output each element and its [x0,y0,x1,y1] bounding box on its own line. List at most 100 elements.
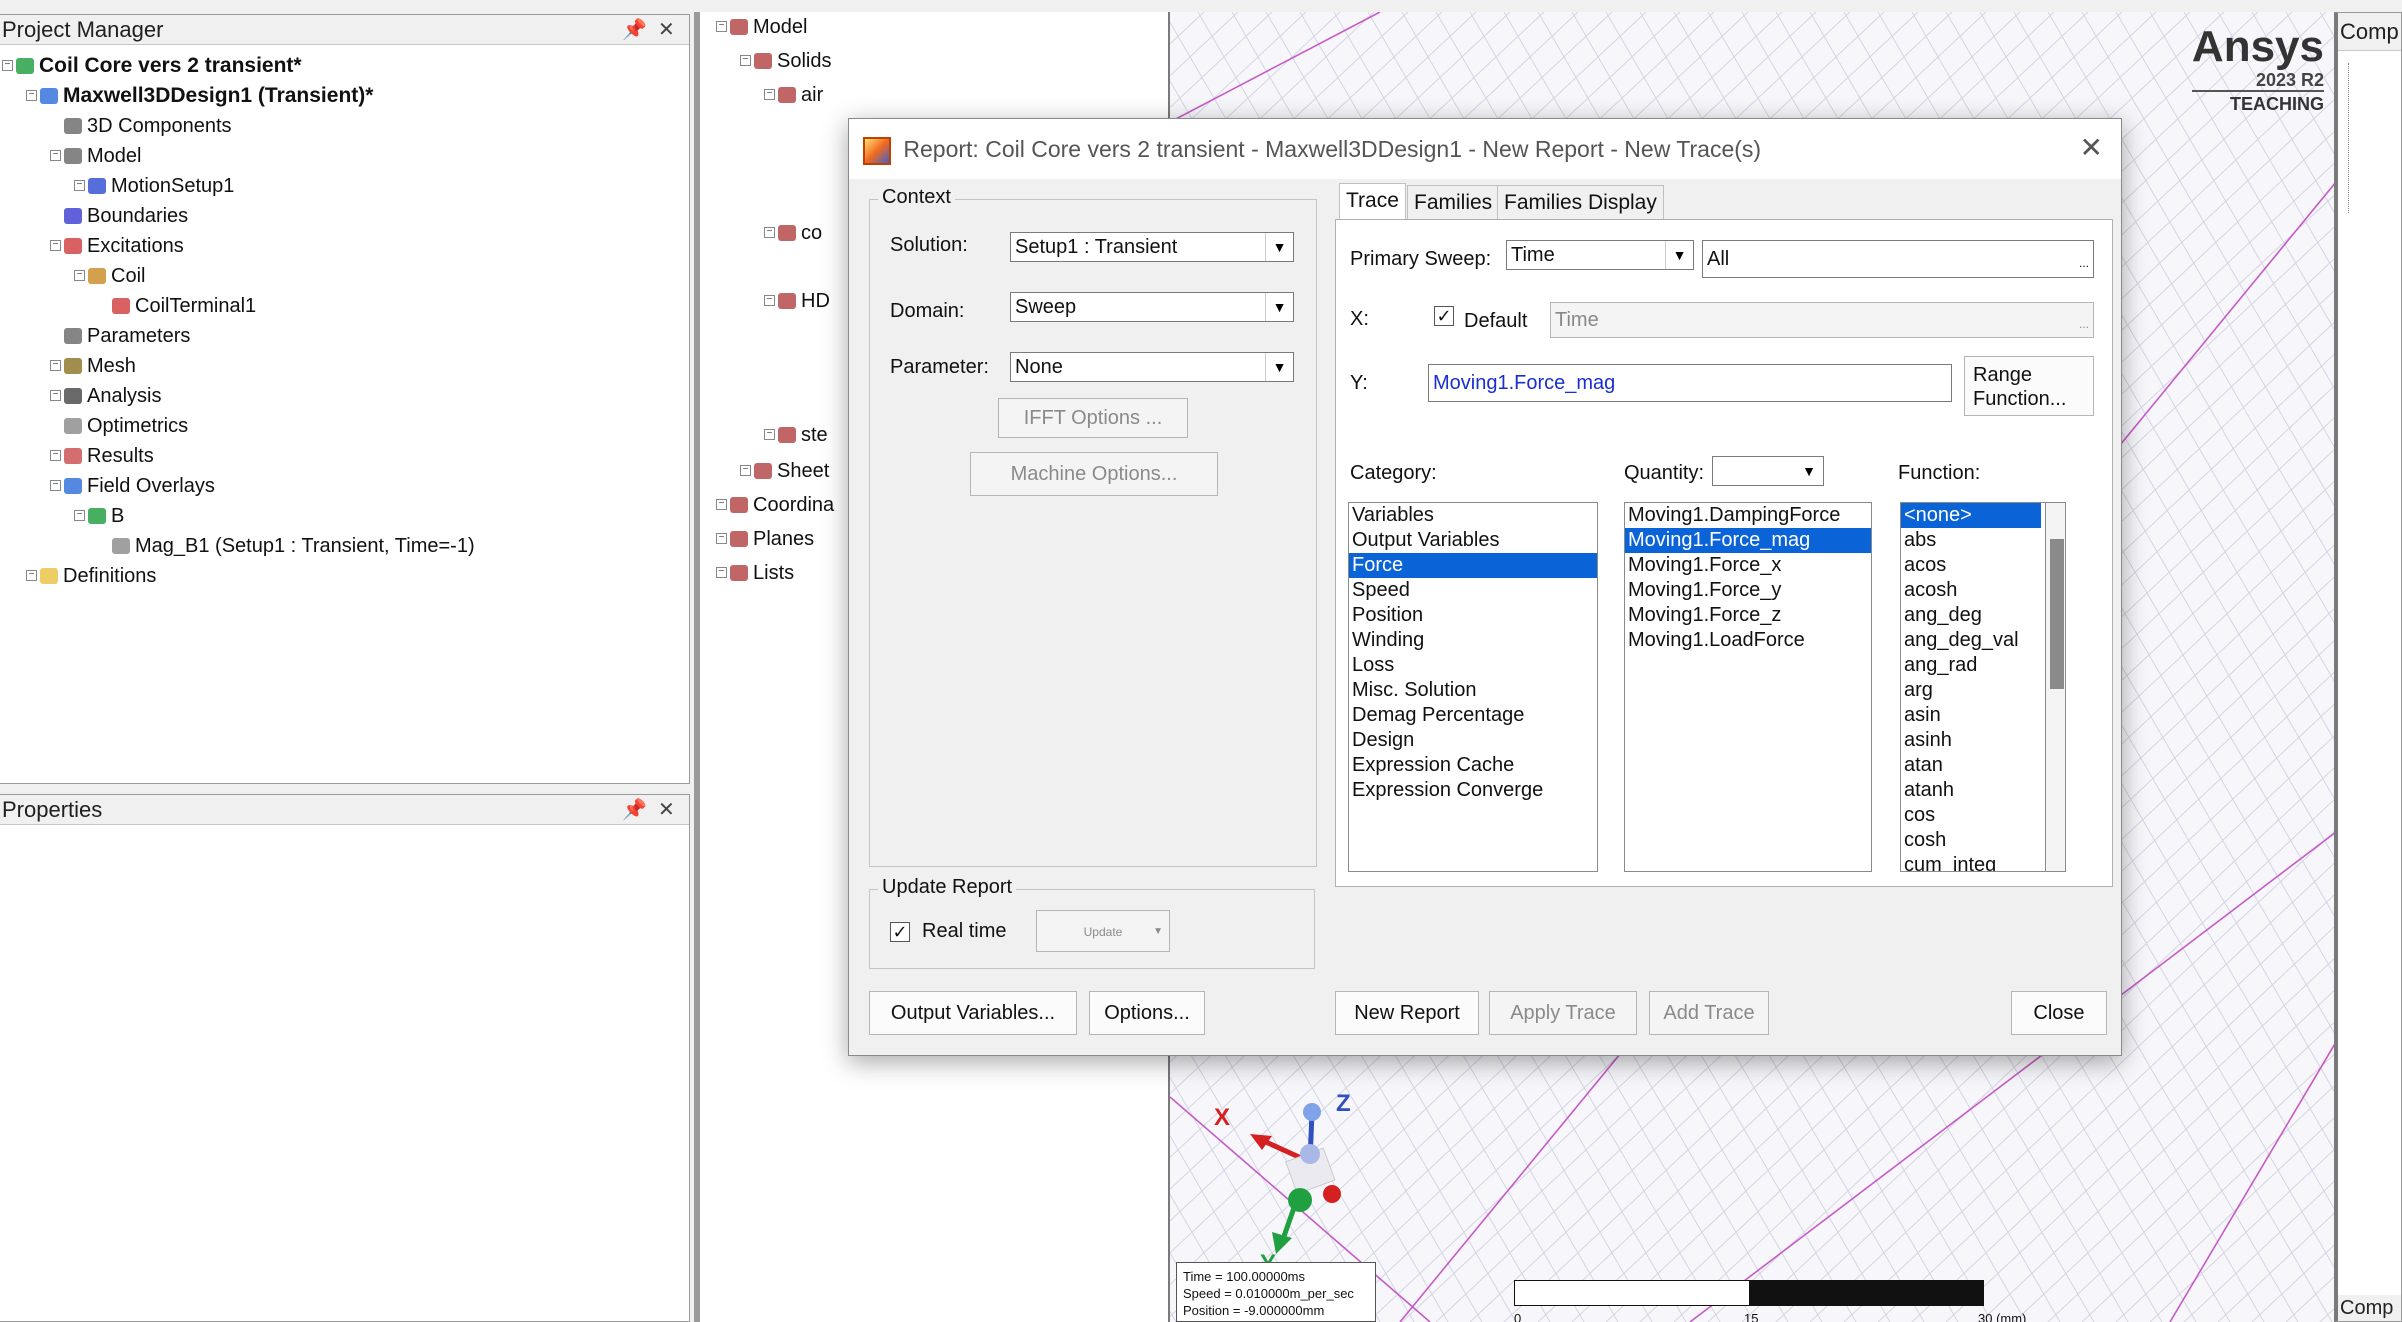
dialog-close-icon[interactable]: ✕ [2080,131,2103,164]
function-item[interactable]: cum_integ [1901,853,2045,871]
tab-families[interactable]: Families [1407,185,1500,219]
function-item[interactable]: acosh [1901,578,2045,603]
parameter-select[interactable]: None ▼ [1010,352,1294,382]
quantity-item[interactable]: Moving1.Force_y [1625,578,1871,603]
category-item[interactable]: Winding [1349,628,1597,653]
model-tree-item[interactable]: Lists [730,558,794,588]
function-item[interactable]: ang_rad [1901,653,2045,678]
category-item[interactable]: Design [1349,728,1597,753]
model-tree-item[interactable]: ste [778,420,828,450]
tree-expander[interactable]: − [764,89,775,100]
project-tree-item[interactable]: Boundaries [64,201,188,231]
model-tree-item[interactable]: HD [778,286,830,316]
dialog-titlebar[interactable]: Report: Coil Core vers 2 transient - Max… [849,119,2121,179]
project-tree-item[interactable]: Results [64,441,154,471]
function-item[interactable]: acos [1901,553,2045,578]
category-item[interactable]: Loss [1349,653,1597,678]
model-tree-item[interactable]: air [778,80,823,110]
quantity-list[interactable]: Moving1.DampingForce Moving1.Force_mag Mov… [1624,502,1872,872]
tree-expander[interactable]: − [26,570,37,581]
tree-expander[interactable]: − [74,510,85,521]
project-tree-item[interactable]: Parameters [64,321,190,351]
output-variables-button[interactable]: Output Variables... [869,991,1077,1035]
category-item[interactable]: Speed [1349,578,1597,603]
add-trace-button[interactable]: Add Trace [1649,991,1769,1035]
tab-trace[interactable]: Trace [1339,183,1406,219]
machine-options-button[interactable]: Machine Options... [970,452,1218,496]
project-tree-item[interactable]: Mesh [64,351,136,381]
project-tree-item[interactable]: 3D Components [64,111,232,141]
quantity-item[interactable]: Moving1.Force_z [1625,603,1871,628]
project-tree-item[interactable]: Field Overlays [64,471,215,501]
ellipsis-icon[interactable]: ... [2079,245,2089,281]
quantity-item[interactable]: Moving1.DampingForce [1625,503,1871,528]
model-tree-item[interactable]: Model [730,12,807,42]
project-tree-item[interactable]: CoilTerminal1 [112,291,256,321]
function-item[interactable]: asin [1901,703,2045,728]
project-tree-item[interactable]: Coil Core vers 2 transient* [16,51,302,81]
function-item[interactable]: cos [1901,803,2045,828]
pin-icon[interactable]: 📌 [622,17,647,42]
project-tree-item[interactable]: Analysis [64,381,161,411]
project-tree-item[interactable]: Maxwell3DDesign1 (Transient)* [40,81,373,111]
function-scrollbar[interactable] [2046,502,2066,872]
project-tree-item[interactable]: Optimetrics [64,411,188,441]
project-tree-item[interactable]: Definitions [40,561,156,591]
realtime-checkbox[interactable]: ✓ [890,922,910,942]
y-expression-field[interactable]: Moving1.Force_mag [1428,364,1952,402]
function-item[interactable]: abs [1901,528,2045,553]
project-tree-item[interactable]: Excitations [64,231,184,261]
quantity-filter-select[interactable]: ▼ [1712,456,1824,486]
update-button[interactable]: Update ▼ [1036,910,1170,952]
new-report-button[interactable]: New Report [1335,991,1479,1035]
function-item[interactable]: atanh [1901,778,2045,803]
tree-expander[interactable]: − [50,240,61,251]
primary-sweep-range[interactable]: All... [1702,240,2094,278]
project-tree-item[interactable]: Mag_B1 (Setup1 : Transient, Time=-1) [112,531,475,561]
ifft-options-button[interactable]: IFFT Options ... [998,398,1188,438]
close-icon[interactable]: ✕ [658,17,675,42]
project-tree-item[interactable]: Model [64,141,141,171]
tree-expander[interactable]: − [50,390,61,401]
tree-expander[interactable]: − [716,533,727,544]
domain-select[interactable]: Sweep ▼ [1010,292,1294,322]
tree-expander[interactable]: − [716,21,727,32]
category-item[interactable]: Output Variables [1349,528,1597,553]
function-item[interactable]: cosh [1901,828,2045,853]
function-item[interactable]: ang_deg_val [1901,628,2045,653]
function-item[interactable]: arg [1901,678,2045,703]
model-tree-item[interactable]: co [778,218,822,248]
tree-expander[interactable]: − [764,295,775,306]
project-tree-item[interactable]: Coil [88,261,145,291]
tree-expander[interactable]: − [740,55,751,66]
function-list[interactable]: <none> abs acos acosh ang_deg ang_deg_val ang_… [1900,502,2046,872]
scrollbar-thumb[interactable] [2050,539,2064,689]
function-item[interactable]: ang_deg [1901,603,2045,628]
tree-expander[interactable]: − [716,499,727,510]
model-tree-item[interactable]: Coordina [730,490,834,520]
tree-expander[interactable]: − [740,465,751,476]
category-item[interactable]: Variables [1349,503,1597,528]
tree-expander[interactable]: − [764,429,775,440]
primary-sweep-select[interactable]: Time ▼ [1506,240,1694,270]
category-list[interactable]: Variables Output Variables Force Speed Posit… [1348,502,1598,872]
tree-expander[interactable]: − [50,360,61,371]
ellipsis-icon[interactable]: ... [2079,307,2089,341]
model-tree-item[interactable]: Solids [754,46,831,76]
quantity-item[interactable]: Moving1.Force_mag [1625,528,1871,553]
apply-trace-button[interactable]: Apply Trace [1489,991,1637,1035]
close-button[interactable]: Close [2011,991,2107,1035]
quantity-item[interactable]: Moving1.LoadForce [1625,628,1871,653]
model-tree-item[interactable]: Sheet [754,456,829,486]
tree-expander[interactable]: − [2,60,13,71]
function-item[interactable]: atan [1901,753,2045,778]
category-item[interactable]: Expression Cache [1349,753,1597,778]
tree-expander[interactable]: − [764,227,775,238]
tree-expander[interactable]: − [50,150,61,161]
tree-expander[interactable]: − [50,450,61,461]
tab-families-display[interactable]: Families Display [1497,185,1664,219]
model-tree-item[interactable]: Planes [730,524,814,554]
category-item[interactable]: Demag Percentage [1349,703,1597,728]
function-item[interactable]: <none> [1901,503,2041,528]
default-checkbox[interactable]: ✓ [1434,306,1454,326]
